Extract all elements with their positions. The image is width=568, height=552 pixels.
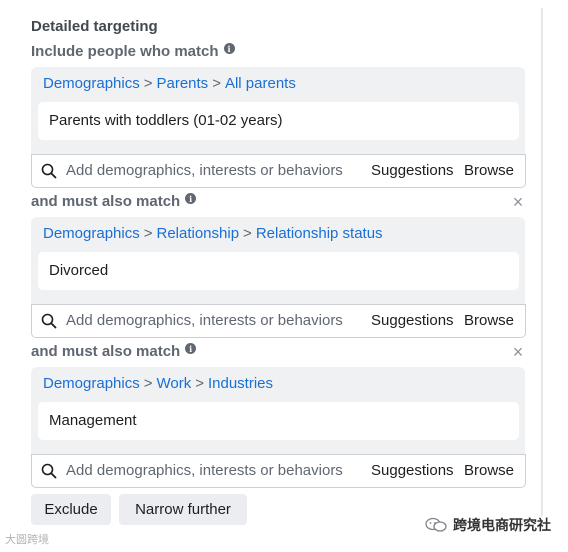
crumb-link[interactable]: Work — [156, 375, 191, 392]
crumb-link[interactable]: Demographics — [43, 375, 140, 392]
search-icon — [41, 163, 57, 179]
scroll-rail[interactable] — [541, 8, 543, 516]
browse-button[interactable]: Browse — [464, 462, 514, 479]
search-field[interactable]: Add demographics, interests or behaviors… — [31, 154, 526, 188]
selected-targeting-item[interactable]: Divorced — [38, 252, 519, 290]
search-icon — [41, 463, 57, 479]
group-label-include: Include people who match i — [31, 43, 235, 60]
group-label-narrow: and must also match i — [31, 193, 197, 210]
breadcrumb-separator: > — [195, 375, 204, 392]
search-input[interactable]: Add demographics, interests or behaviors — [66, 162, 343, 179]
breadcrumb-separator: > — [143, 375, 153, 392]
watermark-right-text: 跨境电商研究社 — [453, 517, 551, 533]
breadcrumb-separator: > — [243, 225, 252, 242]
close-icon[interactable]: × — [511, 193, 525, 211]
selected-item-label: Divorced — [49, 262, 109, 279]
section-heading: Detailed targeting — [31, 18, 158, 35]
search-icon — [41, 313, 57, 329]
search-field[interactable]: Add demographics, interests or behaviors… — [31, 304, 526, 338]
suggestions-button[interactable]: Suggestions — [371, 312, 454, 329]
breadcrumb-separator: > — [143, 225, 153, 242]
info-icon[interactable]: i — [185, 343, 197, 354]
targeting-group-2: Demographics > Relationship > Relationship s… — [31, 217, 525, 305]
crumb-link[interactable]: Parents — [156, 75, 208, 92]
targeting-group-1: Demographics > Parents > All parents Parents… — [31, 67, 525, 155]
wechat-logo-icon — [425, 517, 447, 532]
watermark-right: 跨境电商研究社 — [425, 515, 551, 535]
group-label-text: and must also match — [31, 193, 181, 210]
crumb-link[interactable]: Relationship status — [256, 225, 383, 242]
search-input[interactable]: Add demographics, interests or behaviors — [66, 312, 343, 329]
crumb-link[interactable]: Relationship — [156, 225, 239, 242]
close-icon[interactable]: × — [511, 343, 525, 361]
watermark-left: 大圆跨境 — [5, 534, 49, 546]
suggestions-button[interactable]: Suggestions — [371, 462, 454, 479]
selected-item-label: Management — [49, 412, 137, 429]
crumb-link[interactable]: All parents — [225, 75, 296, 92]
group-label-narrow: and must also match i — [31, 343, 197, 360]
info-icon[interactable]: i — [185, 193, 197, 204]
crumb-link[interactable]: Demographics — [43, 75, 140, 92]
crumb-link[interactable]: Demographics — [43, 225, 140, 242]
suggestions-button[interactable]: Suggestions — [371, 162, 454, 179]
selected-targeting-item[interactable]: Parents with toddlers (01-02 years) — [38, 102, 519, 140]
breadcrumb: Demographics > Relationship > Relationship s… — [43, 225, 383, 242]
info-icon[interactable]: i — [223, 43, 235, 54]
browse-button[interactable]: Browse — [464, 312, 514, 329]
breadcrumb: Demographics > Work > Industries — [43, 375, 273, 392]
group-label-text: and must also match — [31, 343, 181, 360]
selected-targeting-item[interactable]: Management — [38, 402, 519, 440]
breadcrumb: Demographics > Parents > All parents — [43, 75, 296, 92]
selected-item-label: Parents with toddlers (01-02 years) — [49, 112, 283, 129]
group-label-text: Include people who match — [31, 43, 219, 60]
crumb-link[interactable]: Industries — [208, 375, 273, 392]
exclude-button[interactable]: Exclude — [31, 494, 111, 525]
targeting-group-3: Demographics > Work > Industries Management — [31, 367, 525, 455]
narrow-further-button[interactable]: Narrow further — [119, 494, 247, 525]
breadcrumb-separator: > — [212, 75, 221, 92]
browse-button[interactable]: Browse — [464, 162, 514, 179]
search-field[interactable]: Add demographics, interests or behaviors… — [31, 454, 526, 488]
search-input[interactable]: Add demographics, interests or behaviors — [66, 462, 343, 479]
breadcrumb-separator: > — [143, 75, 153, 92]
